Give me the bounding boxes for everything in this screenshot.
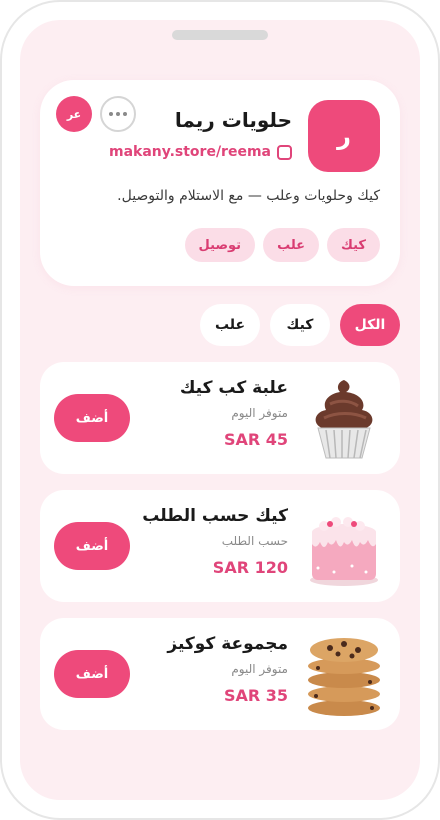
store-logo-letter: ر <box>337 122 351 150</box>
cupcake-image <box>315 380 373 459</box>
product-name: علبة كب كيك <box>179 378 288 398</box>
store-tag: علب <box>263 228 320 262</box>
product-availability: حسب الطلب <box>221 534 288 548</box>
more-dot-icon <box>123 112 127 116</box>
more-options-button[interactable] <box>100 96 136 132</box>
store-logo: ر <box>308 100 380 172</box>
language-toggle-button[interactable]: عر <box>56 96 92 132</box>
cookie-stack-image <box>308 638 380 716</box>
language-label: عر <box>66 107 82 121</box>
product-price: SAR 120 <box>212 558 288 577</box>
copy-icon[interactable] <box>277 144 292 160</box>
notch <box>172 30 268 40</box>
add-to-cart-button[interactable]: أضف <box>54 650 130 698</box>
store-link[interactable]: makany.store/reema <box>109 144 292 160</box>
store-link-text[interactable]: makany.store/reema <box>109 144 271 160</box>
product-name: كيك حسب الطلب <box>142 506 288 526</box>
add-to-cart-button[interactable]: أضف <box>54 522 130 570</box>
product-name: مجموعة كوكيز <box>167 634 288 654</box>
category-filters: الكل كيك علب <box>140 304 400 346</box>
filter-chip-boxes[interactable]: علب <box>200 304 260 346</box>
store-tag: كيك <box>327 228 380 262</box>
store-description: كيك وحلويات وعلب — مع الاستلام والتوصيل. <box>117 188 380 204</box>
product-price: SAR 35 <box>223 686 288 705</box>
product-price: SAR 45 <box>223 430 288 449</box>
store-tag: توصيل <box>184 228 256 262</box>
filter-chip-all[interactable]: الكل <box>340 304 400 346</box>
product-availability: متوفر اليوم <box>231 406 288 420</box>
filter-chip-cake[interactable]: كيك <box>270 304 330 346</box>
product-card: علبة كب كيك متوفر اليوم SAR 45 أضف <box>40 362 400 474</box>
product-card: كيك حسب الطلب حسب الطلب SAR 120 أضف <box>40 490 400 602</box>
more-dot-icon <box>116 112 120 116</box>
product-availability: متوفر اليوم <box>231 662 288 676</box>
drip-cake-image <box>310 517 378 586</box>
store-tags: كيك علب توصيل <box>60 228 380 262</box>
product-card: مجموعة كوكيز متوفر اليوم SAR 35 أضف <box>40 618 400 730</box>
add-to-cart-button[interactable]: أضف <box>54 394 130 442</box>
more-dot-icon <box>109 112 113 116</box>
